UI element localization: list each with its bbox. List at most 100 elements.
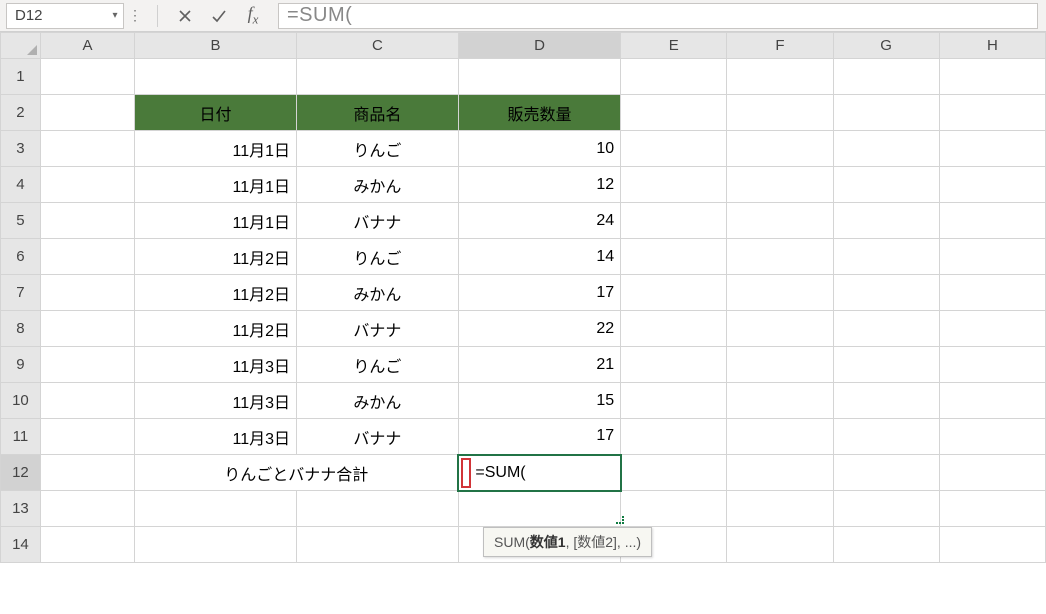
cell-E11[interactable] (621, 419, 727, 455)
cell-H12[interactable] (939, 455, 1045, 491)
cell-H6[interactable] (939, 239, 1045, 275)
cell-E3[interactable] (621, 131, 727, 167)
row-header-3[interactable]: 3 (1, 131, 41, 167)
cell-G11[interactable] (833, 419, 939, 455)
cell-C2[interactable]: 商品名 (297, 95, 459, 131)
cell-A14[interactable] (40, 527, 134, 563)
cell-G2[interactable] (833, 95, 939, 131)
cell-A13[interactable] (40, 491, 134, 527)
cell-H9[interactable] (939, 347, 1045, 383)
name-box-dropdown-icon[interactable]: ▾ (107, 4, 123, 28)
cell-B11[interactable]: 11月3日 (135, 419, 297, 455)
row-header-9[interactable]: 9 (1, 347, 41, 383)
col-header-B[interactable]: B (135, 33, 297, 59)
cell-F3[interactable] (727, 131, 833, 167)
cell-C13[interactable] (297, 491, 459, 527)
function-tooltip[interactable]: SUM(数値1, [数値2], ...) (483, 527, 652, 557)
row-header-14[interactable]: 14 (1, 527, 41, 563)
row-header-10[interactable]: 10 (1, 383, 41, 419)
insert-function-button[interactable]: fx (236, 3, 270, 29)
cell-A4[interactable] (40, 167, 134, 203)
cell-G1[interactable] (833, 59, 939, 95)
cell-C10[interactable]: みかん (297, 383, 459, 419)
cell-H10[interactable] (939, 383, 1045, 419)
cell-H7[interactable] (939, 275, 1045, 311)
cell-B4[interactable]: 11月1日 (135, 167, 297, 203)
cell-B12-C12-merged[interactable]: りんごとバナナ合計 (135, 455, 459, 491)
cell-F9[interactable] (727, 347, 833, 383)
col-header-A[interactable]: A (40, 33, 134, 59)
cell-D12[interactable]: =SUM( (458, 455, 620, 491)
cell-B2[interactable]: 日付 (135, 95, 297, 131)
cell-A9[interactable] (40, 347, 134, 383)
cell-F8[interactable] (727, 311, 833, 347)
cell-F13[interactable] (727, 491, 833, 527)
cell-F12[interactable] (727, 455, 833, 491)
cell-E4[interactable] (621, 167, 727, 203)
cell-F1[interactable] (727, 59, 833, 95)
cell-E12[interactable] (621, 455, 727, 491)
tooltip-arg1[interactable]: 数値1 (530, 534, 566, 550)
cell-E2[interactable] (621, 95, 727, 131)
cell-F7[interactable] (727, 275, 833, 311)
cell-D9[interactable]: 21 (458, 347, 620, 383)
cell-C4[interactable]: みかん (297, 167, 459, 203)
cell-G4[interactable] (833, 167, 939, 203)
cell-F5[interactable] (727, 203, 833, 239)
cell-E5[interactable] (621, 203, 727, 239)
cell-A3[interactable] (40, 131, 134, 167)
cell-C14[interactable] (297, 527, 459, 563)
cell-D10[interactable]: 15 (458, 383, 620, 419)
cell-E9[interactable] (621, 347, 727, 383)
cell-F11[interactable] (727, 419, 833, 455)
cell-E10[interactable] (621, 383, 727, 419)
cell-F14[interactable] (727, 527, 833, 563)
cell-F4[interactable] (727, 167, 833, 203)
row-header-12[interactable]: 12 (1, 455, 41, 491)
cell-H3[interactable] (939, 131, 1045, 167)
cell-D4[interactable]: 12 (458, 167, 620, 203)
cell-D3[interactable]: 10 (458, 131, 620, 167)
row-header-5[interactable]: 5 (1, 203, 41, 239)
row-header-11[interactable]: 11 (1, 419, 41, 455)
cell-A2[interactable] (40, 95, 134, 131)
cell-B9[interactable]: 11月3日 (135, 347, 297, 383)
worksheet-grid[interactable]: A B C D E F G H 1 2 日付 商品名 販売数量 3 11月1日 … (0, 32, 1046, 563)
cell-C5[interactable]: バナナ (297, 203, 459, 239)
cell-B3[interactable]: 11月1日 (135, 131, 297, 167)
col-header-F[interactable]: F (727, 33, 833, 59)
select-all-corner[interactable] (1, 33, 41, 59)
cell-G9[interactable] (833, 347, 939, 383)
cell-E7[interactable] (621, 275, 727, 311)
cell-A6[interactable] (40, 239, 134, 275)
col-header-E[interactable]: E (621, 33, 727, 59)
cell-C11[interactable]: バナナ (297, 419, 459, 455)
cell-D1[interactable] (458, 59, 620, 95)
cell-A7[interactable] (40, 275, 134, 311)
cell-C7[interactable]: みかん (297, 275, 459, 311)
cell-B6[interactable]: 11月2日 (135, 239, 297, 275)
cell-C8[interactable]: バナナ (297, 311, 459, 347)
row-header-8[interactable]: 8 (1, 311, 41, 347)
cell-G10[interactable] (833, 383, 939, 419)
cell-B14[interactable] (135, 527, 297, 563)
cell-H13[interactable] (939, 491, 1045, 527)
enter-button[interactable] (202, 3, 236, 29)
cell-D13[interactable] (458, 491, 620, 527)
row-header-1[interactable]: 1 (1, 59, 41, 95)
row-header-2[interactable]: 2 (1, 95, 41, 131)
cell-H11[interactable] (939, 419, 1045, 455)
cell-G13[interactable] (833, 491, 939, 527)
cell-E1[interactable] (621, 59, 727, 95)
row-header-7[interactable]: 7 (1, 275, 41, 311)
cell-A1[interactable] (40, 59, 134, 95)
row-header-4[interactable]: 4 (1, 167, 41, 203)
col-header-G[interactable]: G (833, 33, 939, 59)
cell-D2[interactable]: 販売数量 (458, 95, 620, 131)
row-header-13[interactable]: 13 (1, 491, 41, 527)
cell-G3[interactable] (833, 131, 939, 167)
cell-D11[interactable]: 17 (458, 419, 620, 455)
col-header-D[interactable]: D (458, 33, 620, 59)
col-header-C[interactable]: C (297, 33, 459, 59)
cell-B1[interactable] (135, 59, 297, 95)
